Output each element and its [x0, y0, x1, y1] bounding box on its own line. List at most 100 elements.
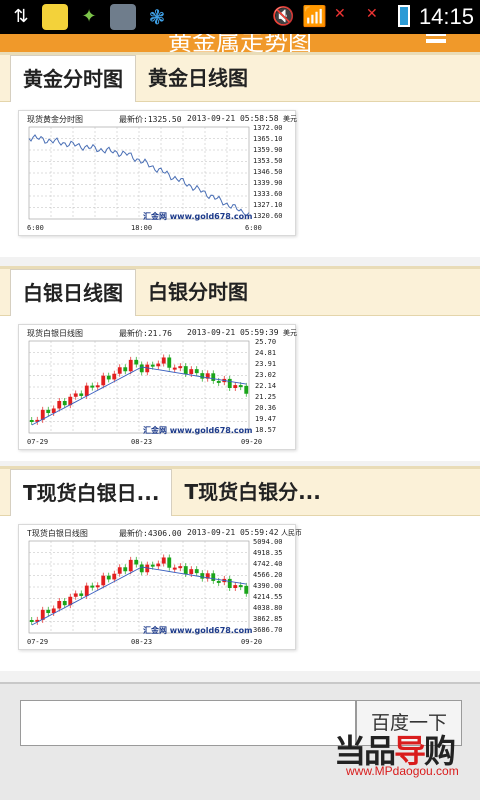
- silver-section: 白银日线图 白银分时图 现货白银日线图 最新价:21.76 2013-09-21…: [0, 266, 480, 461]
- x-tick: 09-20: [241, 638, 263, 646]
- tab-silver-intraday[interactable]: 白银分时图: [136, 269, 260, 316]
- candle-body: [123, 567, 128, 572]
- candle-body: [106, 575, 111, 580]
- tab-t-silver-daily[interactable]: T现货白银日...: [10, 469, 173, 517]
- chart-date: 2013-09-21 05:59:42: [187, 528, 279, 537]
- candle-body: [106, 375, 111, 380]
- chart-latest-price: 最新价:21.76: [119, 329, 172, 338]
- x-tick: 09-20: [241, 438, 263, 446]
- status-bar: ⇅ ✦ ❃ 🔇 📶 ✕ ✕ 14:15: [0, 0, 480, 34]
- candle-body: [95, 385, 100, 388]
- candle-body: [29, 620, 34, 622]
- chart-title: T现货白银日线图: [27, 529, 88, 538]
- page-title: 黄金属走势图: [168, 34, 312, 52]
- candle-body: [167, 357, 172, 368]
- candle-body: [29, 420, 34, 422]
- candle-body: [134, 359, 139, 365]
- candle-body: [150, 364, 155, 367]
- candle-body: [101, 375, 106, 386]
- candle-body: [156, 563, 161, 567]
- candle-body: [183, 366, 188, 374]
- candle-body: [216, 380, 221, 383]
- candle-body: [62, 600, 67, 606]
- t-silver-daily-chart[interactable]: T现货白银日线图 最新价:4306.00 2013-09-21 05:59:42…: [18, 524, 302, 650]
- usb-icon: ⇅: [13, 6, 29, 27]
- candle-body: [172, 567, 177, 570]
- t-silver-section: T现货白银日... T现货白银分... T现货白银日线图 最新价:4306.00…: [0, 466, 480, 671]
- candle-body: [216, 580, 221, 583]
- candle-body: [200, 573, 205, 579]
- chart-unit: 美元: [283, 115, 297, 123]
- butterfly-icon: ❃: [148, 5, 166, 29]
- candle-body: [117, 567, 122, 574]
- gold-intraday-chart[interactable]: 现货黄金分时图 最新价:1325.50 2013-09-21 05:58:58 …: [18, 110, 297, 236]
- candle-body: [123, 367, 128, 372]
- tab-gold-daily[interactable]: 黄金日线图: [136, 55, 260, 102]
- candle-body: [172, 367, 177, 370]
- search-input[interactable]: [20, 700, 356, 746]
- candle-body: [90, 385, 95, 388]
- candle-body: [156, 363, 161, 367]
- candle-body: [227, 578, 232, 588]
- candle-body: [178, 566, 183, 569]
- tab-t-silver-intraday[interactable]: T现货白银分...: [172, 469, 332, 516]
- candle-body: [90, 585, 95, 588]
- candle-body: [189, 369, 194, 374]
- candle-body: [244, 385, 249, 394]
- y-tick: 22.14: [255, 382, 277, 390]
- candle-body: [57, 600, 62, 609]
- chart-brand: 汇金网 www.gold678.com: [143, 426, 253, 435]
- candle-body: [194, 369, 199, 374]
- app-header: 黄金属走势图: [0, 34, 480, 52]
- wifi-icon: 📶: [302, 4, 327, 28]
- y-tick: 1320.60: [253, 212, 283, 220]
- y-tick: 4918.35: [253, 549, 283, 557]
- candle-body: [57, 400, 62, 409]
- x-tick: 08-23: [131, 638, 153, 646]
- x-tick: 6:00: [27, 224, 44, 232]
- candle-body: [178, 366, 183, 369]
- candle-body: [117, 367, 122, 374]
- menu-icon[interactable]: [426, 34, 446, 46]
- candle-body: [233, 585, 238, 588]
- tab-silver-daily[interactable]: 白银日线图: [10, 269, 136, 317]
- candle-body: [189, 569, 194, 574]
- t-silver-tabs: T现货白银日... T现货白银分...: [0, 466, 480, 517]
- candle-body: [227, 378, 232, 388]
- candle-body: [161, 357, 166, 364]
- chart-unit: 人民币: [281, 529, 302, 537]
- silver-daily-chart[interactable]: 现货白银日线图 最新价:21.76 2013-09-21 05:59:39 美元…: [18, 324, 297, 450]
- candle-body: [233, 385, 238, 388]
- y-tick: 4214.55: [253, 593, 283, 601]
- candle-body: [84, 585, 89, 596]
- x-tick: 07-29: [27, 438, 49, 446]
- silver-tabs: 白银日线图 白银分时图: [0, 266, 480, 317]
- y-tick: 1372.00: [253, 124, 283, 132]
- y-tick: 3862.85: [253, 615, 283, 623]
- chart-unit: 美元: [283, 329, 297, 337]
- candle-body: [84, 385, 89, 396]
- chart-title: 现货黄金分时图: [27, 115, 83, 124]
- candle-body: [244, 585, 249, 594]
- candle-body: [238, 385, 243, 388]
- candle-body: [112, 373, 117, 380]
- y-tick: 24.81: [255, 349, 277, 357]
- y-tick: 3686.70: [253, 626, 283, 634]
- x-tick: 08-23: [131, 438, 153, 446]
- y-tick: 23.91: [255, 360, 277, 368]
- candle-body: [161, 557, 166, 564]
- android-debug-icon: ✦: [81, 6, 97, 27]
- candle-body: [211, 373, 216, 381]
- gold-tabs: 黄金分时图 黄金日线图: [0, 52, 480, 103]
- chart-date: 2013-09-21 05:59:39: [187, 328, 279, 337]
- candle-body: [46, 609, 51, 614]
- candle-body: [139, 364, 144, 373]
- chart-latest-price: 最新价:1325.50: [119, 115, 182, 124]
- shield-icon: [110, 4, 136, 30]
- y-tick: 1346.50: [253, 168, 283, 176]
- candle-body: [194, 569, 199, 574]
- candle-body: [238, 585, 243, 588]
- y-tick: 20.36: [255, 404, 277, 412]
- y-tick: 1365.10: [253, 135, 283, 143]
- tab-gold-intraday[interactable]: 黄金分时图: [10, 55, 136, 103]
